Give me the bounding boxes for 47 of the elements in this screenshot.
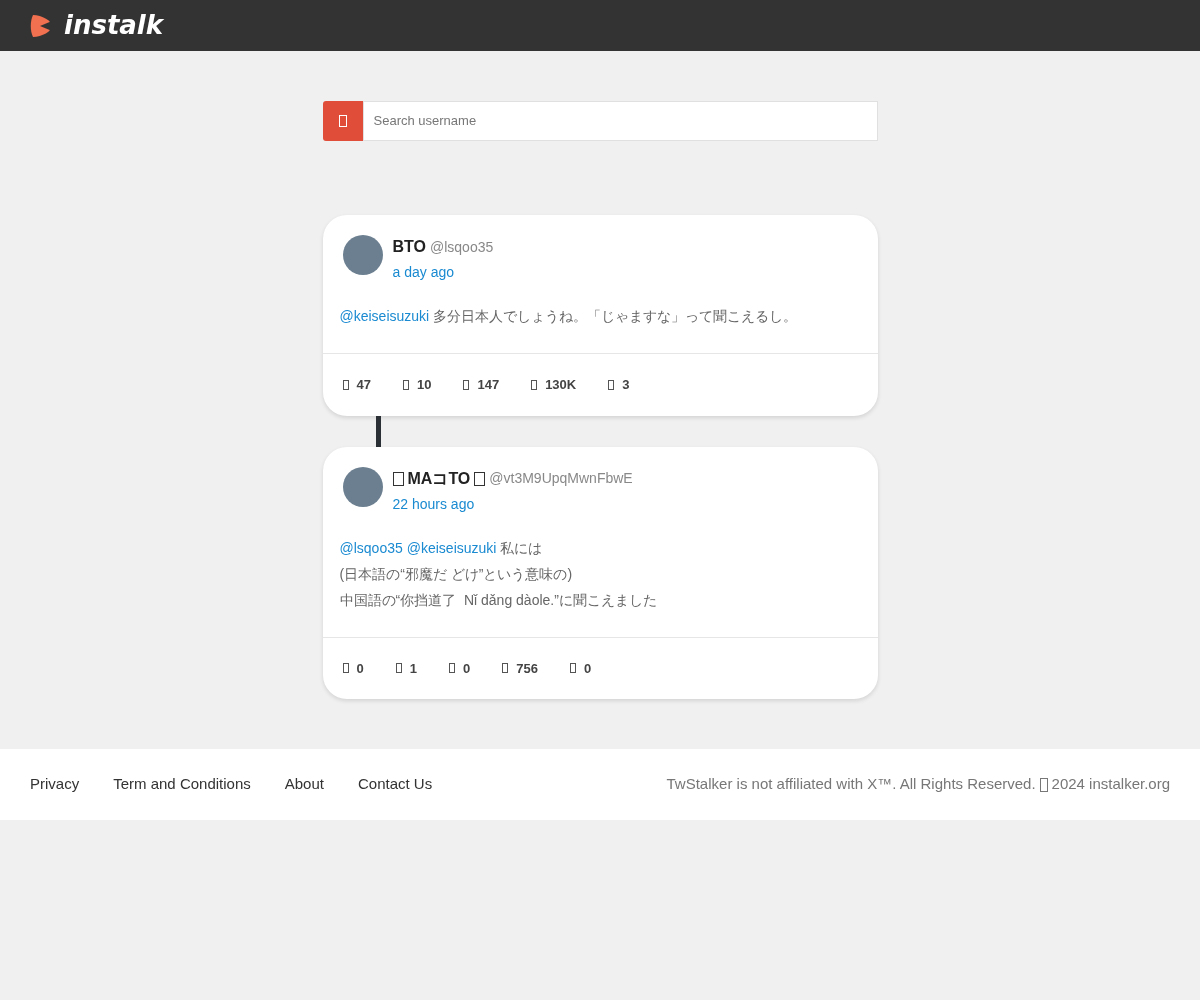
tweet-text: (日本語の“邪魔だ どけ”という意味の): [339, 564, 573, 584]
missing-glyph-icon: [448, 663, 455, 674]
missing-glyph-icon: [569, 663, 576, 674]
missing-glyph-icon: [395, 663, 402, 674]
avatar-placeholder: [342, 235, 383, 275]
search-field[interactable]: Search username: [362, 101, 878, 141]
stat-count: 10: [416, 376, 432, 394]
footer-notice: TwStalker is not affiliated with X™. All Rights Reserved.: [666, 774, 1036, 795]
footer-notice: 2024 instalker.org: [1051, 774, 1170, 795]
stat-count: 147: [477, 376, 500, 394]
missing-glyph-icon: [531, 379, 538, 390]
avatar-placeholder: [342, 466, 383, 507]
missing-glyph-icon: [608, 379, 615, 390]
user-handle: @vt3M9UpqMwnFbwE: [489, 469, 633, 488]
user-name[interactable]: MAコTO: [407, 466, 471, 491]
stat-count: 3: [622, 376, 630, 394]
missing-glyph-icon: [338, 115, 347, 127]
stat-count: 130K: [545, 376, 577, 394]
mention-link[interactable]: @keiseisuzuki: [339, 303, 430, 329]
search-button[interactable]: [322, 101, 363, 141]
missing-glyph-icon: [502, 663, 509, 674]
stat-count: 0: [462, 659, 471, 678]
missing-glyph-icon: [402, 379, 409, 390]
footer-link[interactable]: Contact Us: [357, 773, 433, 796]
footer-link[interactable]: Privacy: [30, 773, 80, 796]
stat-count: 1: [409, 659, 417, 678]
stat-count: 756: [516, 659, 538, 678]
tweet-text: 中国語の“你挡道了 Nǐ dǎng dàole.”に聞こえました: [339, 590, 657, 610]
stat-count: 0: [583, 659, 592, 678]
missing-glyph-icon: [342, 379, 349, 390]
missing-glyph-icon: [463, 379, 470, 390]
tweet-text: 多分日本人でしょうね。「じゃますな」って聞こえるし。: [433, 307, 798, 326]
missing-glyph-icon: [1039, 777, 1048, 792]
post-time[interactable]: 22 hours ago: [392, 493, 475, 515]
missing-glyph-icon: [342, 663, 349, 674]
logo-text[interactable]: instalk: [64, 10, 164, 40]
tweet-text: 私には: [500, 538, 543, 558]
user-name[interactable]: BTO: [392, 235, 426, 259]
mention-link[interactable]: @keiseisuzuki: [406, 534, 497, 561]
footer-link[interactable]: Term and Conditions: [113, 773, 251, 796]
user-handle: @lsqoo35: [430, 237, 494, 257]
stat-count: 0: [356, 659, 364, 678]
footer-link[interactable]: About: [284, 773, 324, 796]
mention-link[interactable]: @lsqoo35: [339, 534, 403, 561]
stat-count: 47: [356, 376, 371, 394]
post-time[interactable]: a day ago: [392, 262, 454, 283]
logo-icon: [30, 12, 54, 39]
